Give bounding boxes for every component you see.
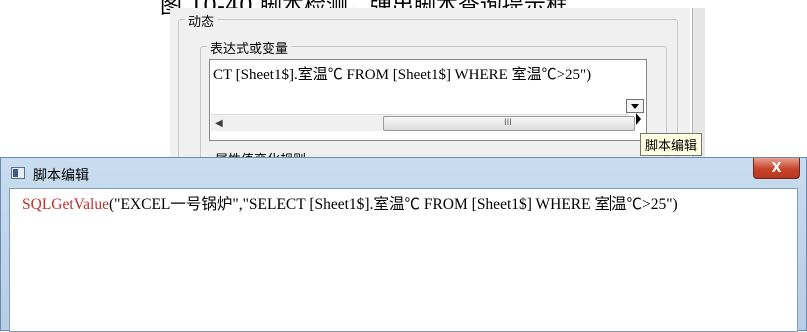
expression-horizontal-scrollbar[interactable]: ◀ III <box>211 114 635 131</box>
expression-group-label: 表达式或变量 <box>207 38 292 57</box>
code-args-part2: 温℃>25") <box>610 196 678 213</box>
mouse-cursor-icon <box>636 113 641 125</box>
code-args-part1: ("EXCEL一号锅炉","SELECT [Sheet1$].室温℃ FROM … <box>108 196 610 213</box>
code-line: SQLGetValue("EXCEL一号锅炉","SELECT [Sheet1$… <box>22 192 678 214</box>
close-button[interactable]: X <box>753 158 800 179</box>
title-bar[interactable]: 脚本编辑 X <box>1 158 806 188</box>
script-text-area[interactable]: SQLGetValue("EXCEL一号锅炉","SELECT [Sheet1$… <box>9 188 798 332</box>
dynamic-group-label: 动态 <box>185 11 218 30</box>
expression-text: CT [Sheet1$].室温℃ FROM [Sheet1$] WHERE 室温… <box>213 67 592 83</box>
window-app-icon[interactable] <box>11 167 25 179</box>
scroll-thumb[interactable]: III <box>383 116 635 131</box>
script-edit-tooltip: 脚本编辑 <box>640 133 703 156</box>
chevron-down-icon <box>631 103 639 109</box>
script-editor-window: 脚本编辑 X SQLGetValue("EXCEL一号锅炉","SELECT [… <box>0 157 807 332</box>
function-name: SQLGetValue <box>22 196 109 213</box>
scroll-left-icon[interactable]: ◀ <box>215 118 223 129</box>
close-icon: X <box>771 160 782 176</box>
scroll-grip: III <box>504 118 512 128</box>
dropdown-button[interactable] <box>626 99 644 113</box>
window-title: 脚本编辑 <box>33 168 89 184</box>
